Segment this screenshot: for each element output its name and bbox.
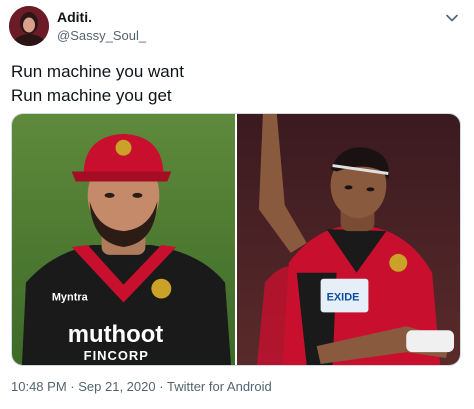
tweet-card: Aditi. @Sassy_Soul_ Run machine you want…	[0, 0, 474, 409]
meta-separator: ·	[70, 379, 75, 394]
tweet-source[interactable]: Twitter for Android	[167, 379, 272, 394]
jersey-right-text: EXIDE	[327, 292, 360, 304]
jersey-sponsor-text: Myntra	[52, 292, 89, 304]
user-handle[interactable]: @Sassy_Soul_	[57, 28, 146, 43]
tweet-line-2: Run machine you get	[11, 86, 172, 105]
tweet-time[interactable]: 10:48 PM	[11, 379, 67, 394]
tweet-text: Run machine you want Run machine you get	[11, 60, 461, 108]
tweet-meta: 10:48 PM · Sep 21, 2020 · Twitter for An…	[11, 379, 272, 394]
chevron-down-icon[interactable]	[443, 9, 461, 27]
jersey-main-text: muthoot	[68, 321, 164, 348]
photo-left[interactable]: Myntra muthoot FINCORP	[12, 114, 235, 365]
display-name[interactable]: Aditi.	[57, 9, 92, 25]
tweet-date[interactable]: Sep 21, 2020	[78, 379, 155, 394]
photo-right[interactable]: EXIDE	[237, 114, 460, 365]
jersey-sub-text: FINCORP	[84, 348, 149, 363]
tweet-media[interactable]: Myntra muthoot FINCORP EXIDE	[11, 113, 461, 366]
tweet-line-1: Run machine you want	[11, 62, 184, 81]
avatar[interactable]	[9, 6, 49, 46]
meta-separator-2: ·	[159, 379, 164, 394]
